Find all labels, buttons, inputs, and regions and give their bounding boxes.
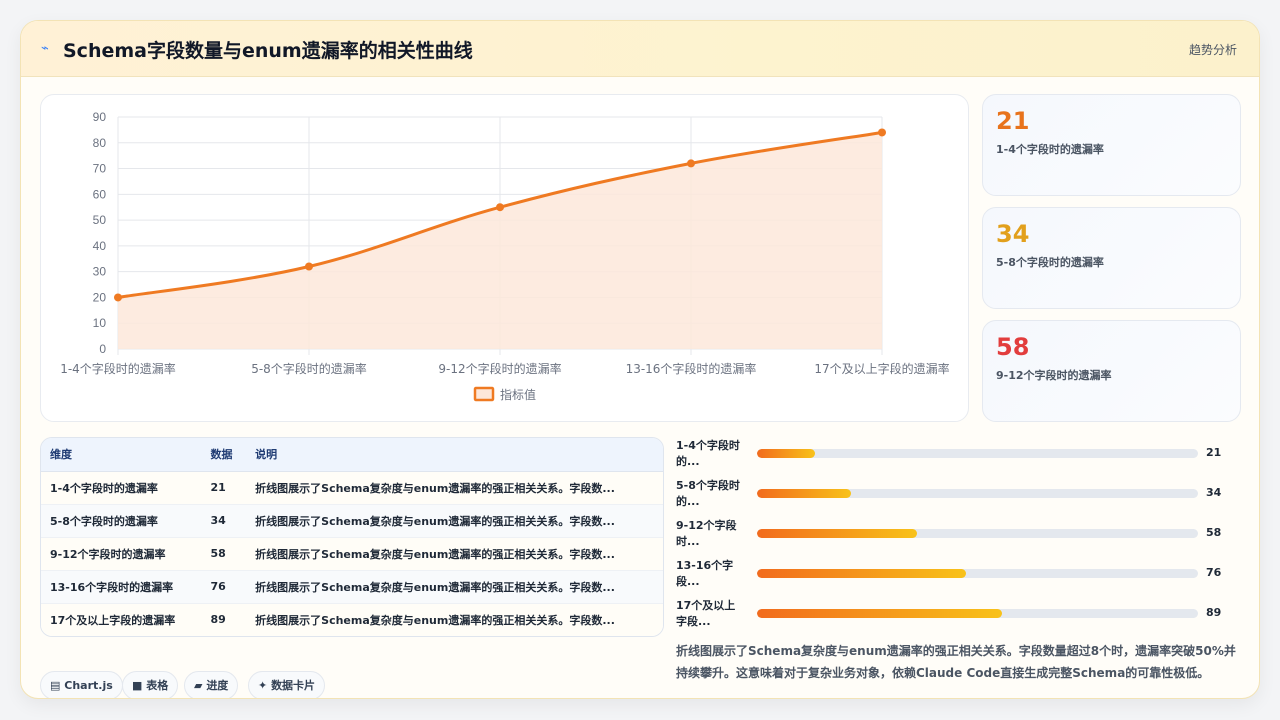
y-tick-label: 10 xyxy=(93,316,107,330)
progress-value: 89 xyxy=(1206,606,1222,619)
y-tick-label: 20 xyxy=(93,290,107,304)
table-cell: 76 xyxy=(201,570,247,604)
y-tick-label: 60 xyxy=(93,187,107,201)
progress-value: 21 xyxy=(1206,446,1222,459)
trend-analysis-link[interactable]: 趋势分析 xyxy=(1189,41,1237,58)
column-header: 说明 xyxy=(246,438,663,472)
progress-row: 17个及以上 字段... 89 xyxy=(676,598,1246,634)
page-title: Schema字段数量与enum遗漏率的相关性曲线 xyxy=(63,40,473,62)
table-header-row: 维度 数据 说明 xyxy=(41,438,663,472)
column-header: 数据 xyxy=(201,438,247,472)
stat-value: 34 xyxy=(996,220,1030,248)
table-row: 1-4个字段时的遗漏率 21 折线图展示了Schema复杂度与enum遗漏率的强… xyxy=(41,471,663,505)
progress-track xyxy=(757,489,1198,498)
stat-card-2: 34 5-8个字段时的遗漏率 xyxy=(982,207,1241,309)
chip-progress[interactable]: ▰ 进度 xyxy=(184,671,239,698)
line-chart-panel: 0 10 20 30 40 50 60 70 80 90 1-4个字段时的遗漏率 5-8个字段时的遗漏… xyxy=(40,94,969,422)
legend-label: 指标值 xyxy=(500,387,536,402)
table-cell: 折线图展示了Schema复杂度与enum遗漏率的强正相关关系。字段数... xyxy=(246,471,663,505)
stat-label: 5-8个字段时的遗漏率 xyxy=(996,256,1104,269)
stat-card-3: 58 9-12个字段时的遗漏率 xyxy=(982,320,1241,422)
table-cell: 21 xyxy=(201,471,247,505)
y-tick-label: 50 xyxy=(93,213,107,227)
table-cell: 58 xyxy=(201,537,247,571)
progress-track xyxy=(757,609,1198,618)
y-tick-label: 80 xyxy=(93,136,107,150)
x-tick-label: 17个及以上字段的遗漏率 xyxy=(814,361,949,376)
table-cell: 13-16个字段时的遗漏率 xyxy=(41,570,202,604)
chart-icon: ▤ xyxy=(50,679,61,692)
y-tick-label: 30 xyxy=(93,265,107,279)
progress-fill xyxy=(757,489,851,498)
progress-track xyxy=(757,529,1198,538)
stat-label: 9-12个字段时的遗漏率 xyxy=(996,369,1112,382)
summary-note: 折线图展示了Schema复杂度与enum遗漏率的强正相关关系。字段数量超过8个时… xyxy=(676,644,1236,680)
progress-fill xyxy=(757,449,815,458)
data-point xyxy=(687,159,695,168)
progress-fill xyxy=(757,609,1003,618)
progress-list: 1-4个字段时 的... 21 5-8个字段时 的... 34 9-12个字段 时..… xyxy=(676,438,1246,638)
x-tick-label: 5-8个字段时的遗漏率 xyxy=(251,361,367,376)
x-tick-label: 1-4个字段时的遗漏率 xyxy=(60,361,176,376)
progress-track xyxy=(757,569,1198,578)
table-icon: ■ xyxy=(132,679,143,692)
sparkle-icon: ✦ xyxy=(258,679,268,692)
stat-label: 1-4个字段时的遗漏率 xyxy=(996,143,1104,156)
dashboard-card: ⌁ Schema字段数量与enum遗漏率的相关性曲线 趋势分析 0 10 20 30 4… xyxy=(20,20,1260,699)
table-cell: 折线图展示了Schema复杂度与enum遗漏率的强正相关关系。字段数... xyxy=(246,537,663,571)
table-cell: 9-12个字段时的遗漏率 xyxy=(41,537,202,571)
stat-value: 21 xyxy=(996,107,1030,135)
progress-value: 76 xyxy=(1206,566,1222,579)
table-row: 9-12个字段时的遗漏率 58 折线图展示了Schema复杂度与enum遗漏率的… xyxy=(41,537,663,571)
x-tick-label: 13-16个字段时的遗漏率 xyxy=(626,361,757,376)
progress-label: 1-4个字段时 的... xyxy=(676,439,740,468)
data-point xyxy=(496,203,504,212)
chip-data-card[interactable]: ✦ 数据卡片 xyxy=(248,671,326,698)
progress-track xyxy=(757,449,1198,458)
y-tick-label: 40 xyxy=(93,239,107,253)
progress-fill xyxy=(757,569,967,578)
progress-fill xyxy=(757,529,917,538)
table-cell: 34 xyxy=(201,504,247,538)
table-row: 17个及以上字段的遗漏率 89 折线图展示了Schema复杂度与enum遗漏率的… xyxy=(41,603,663,636)
table-row: 5-8个字段时的遗漏率 34 折线图展示了Schema复杂度与enum遗漏率的强… xyxy=(41,504,663,538)
progress-label: 17个及以上 字段... xyxy=(676,599,736,628)
trend-line-icon: ⌁ xyxy=(41,41,49,56)
table-cell: 5-8个字段时的遗漏率 xyxy=(41,504,202,538)
chip-chartjs[interactable]: ▤ Chart.js xyxy=(40,671,123,698)
data-point xyxy=(878,128,886,137)
header: ⌁ Schema字段数量与enum遗漏率的相关性曲线 趋势分析 xyxy=(21,21,1259,77)
data-table-panel: 维度 数据 说明 1-4个字段时的遗漏率 21 折线图展示了Schema复杂度与… xyxy=(40,437,664,637)
stat-value: 58 xyxy=(996,333,1030,361)
progress-row: 5-8个字段时 的... 34 xyxy=(676,478,1246,514)
progress-row: 13-16个字 段... 76 xyxy=(676,558,1246,594)
table-cell: 89 xyxy=(210,613,226,627)
table-row: 13-16个字段时的遗漏率 76 折线图展示了Schema复杂度与enum遗漏率… xyxy=(41,570,663,604)
progress-row: 1-4个字段时 的... 21 xyxy=(676,438,1246,474)
data-point xyxy=(305,262,313,271)
progress-label: 13-16个字 段... xyxy=(676,559,734,588)
progress-value: 34 xyxy=(1206,486,1222,499)
x-tick-label: 9-12个字段时的遗漏率 xyxy=(438,361,561,376)
chip-table[interactable]: ■ 表格 xyxy=(122,671,179,698)
progress-label: 5-8个字段时 的... xyxy=(676,479,740,508)
column-header: 维度 xyxy=(41,438,202,472)
data-table: 维度 数据 说明 1-4个字段时的遗漏率 21 折线图展示了Schema复杂度与… xyxy=(41,438,663,636)
table-cell: 折线图展示了Schema复杂度与enum遗漏率的强正相关关系。字段数... xyxy=(255,613,615,627)
progress-icon: ▰ xyxy=(194,679,203,692)
legend-swatch xyxy=(473,386,495,402)
progress-row: 9-12个字段 时... 58 xyxy=(676,518,1246,554)
stat-card-1: 21 1-4个字段时的遗漏率 xyxy=(982,94,1241,196)
table-cell: 17个及以上字段的遗漏率 xyxy=(50,613,176,627)
table-cell: 1-4个字段时的遗漏率 xyxy=(41,471,202,505)
y-tick-label: 0 xyxy=(99,342,106,356)
y-tick-label: 70 xyxy=(93,162,107,176)
table-cell: 折线图展示了Schema复杂度与enum遗漏率的强正相关关系。字段数... xyxy=(246,504,663,538)
data-point xyxy=(114,293,122,302)
progress-value: 58 xyxy=(1206,526,1222,539)
progress-label: 9-12个字段 时... xyxy=(676,519,737,548)
table-cell: 折线图展示了Schema复杂度与enum遗漏率的强正相关关系。字段数... xyxy=(246,570,663,604)
line-chart: 0 10 20 30 40 50 60 70 80 90 1-4个字段时的遗漏率 5-8个字段时的遗漏… xyxy=(60,110,949,402)
y-tick-label: 90 xyxy=(93,110,107,124)
